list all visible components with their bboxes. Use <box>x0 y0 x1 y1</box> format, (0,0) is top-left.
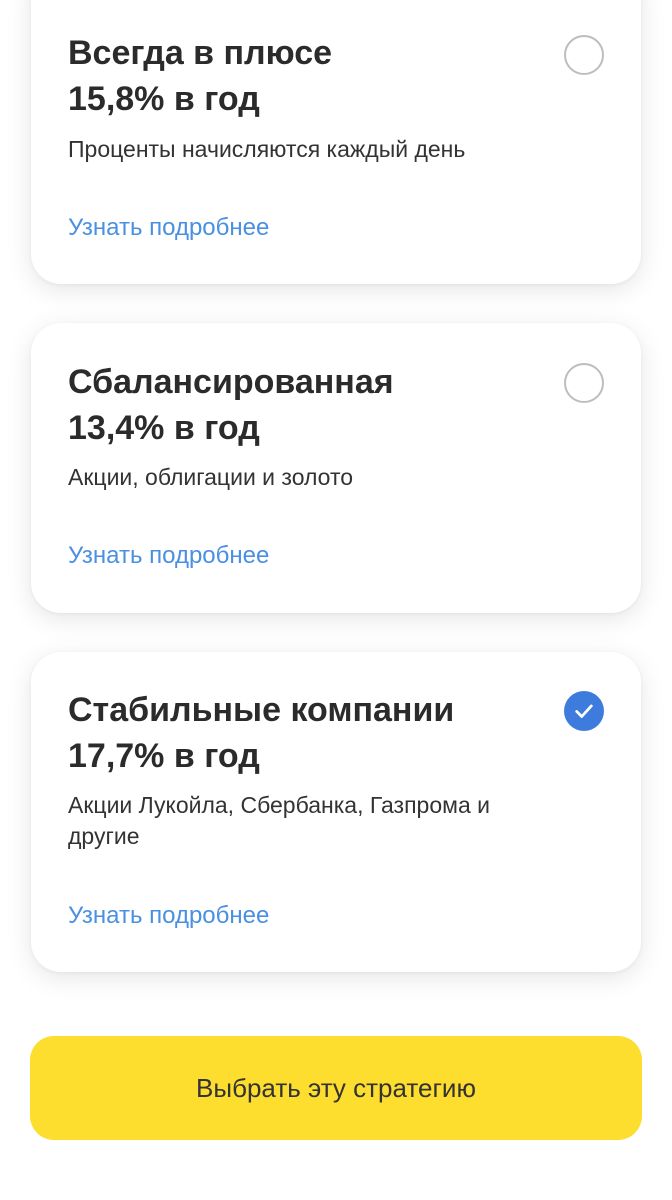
strategy-radio-unchecked[interactable] <box>564 35 604 75</box>
learn-more-link[interactable]: Узнать подробнее <box>68 541 269 571</box>
strategy-title: Сбалансированная <box>68 363 394 401</box>
strategy-selection-screen: Всегда в плюсе 15,8% в год Проценты начи… <box>0 0 672 1200</box>
strategy-card-stable-companies[interactable]: Стабильные компании 17,7% в год Акции Лу… <box>31 652 641 972</box>
strategy-description: Проценты начисляются каждый день <box>68 136 466 162</box>
strategy-card-balanced[interactable]: Сбалансированная 13,4% в год Акции, обли… <box>31 323 641 613</box>
choose-strategy-button[interactable]: Выбрать эту стратегию <box>30 1036 642 1140</box>
strategy-rate: 15,8% в год <box>68 80 260 118</box>
strategy-rate: 13,4% в год <box>68 409 260 447</box>
strategy-card-always-plus[interactable]: Всегда в плюсе 15,8% в год Проценты начи… <box>31 0 641 284</box>
strategy-radio-checked[interactable] <box>564 691 604 731</box>
strategy-radio-unchecked[interactable] <box>564 363 604 403</box>
checkmark-icon <box>575 704 593 718</box>
strategy-title: Всегда в плюсе <box>68 34 333 72</box>
learn-more-link[interactable]: Узнать подробнее <box>68 213 269 243</box>
learn-more-link[interactable]: Узнать подробнее <box>68 901 269 931</box>
strategy-description: Акции, облигации и золото <box>68 464 354 490</box>
strategy-title: Стабильные компании <box>68 691 455 729</box>
strategy-description: Акции Лукойла, Сбербанка, Газпрома и дру… <box>68 792 490 849</box>
strategy-rate: 17,7% в год <box>68 737 260 775</box>
